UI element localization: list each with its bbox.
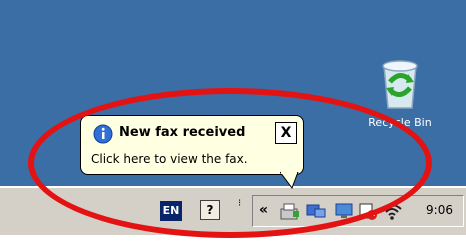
language-indicator[interactable]: EN xyxy=(160,201,182,221)
toolbar-grip[interactable]: ⁝ xyxy=(238,199,244,221)
notification-balloon[interactable]: New fax received Click here to view the … xyxy=(80,115,304,175)
balloon-title: New fax received xyxy=(119,125,246,140)
wifi-icon[interactable] xyxy=(381,201,403,221)
balloon-message[interactable]: Click here to view the fax. xyxy=(91,152,248,166)
network-icon[interactable] xyxy=(305,201,327,221)
recycle-bin-icon xyxy=(382,60,418,109)
balloon-close-button[interactable]: X xyxy=(275,122,297,144)
monitor-icon[interactable] xyxy=(333,201,355,221)
balloon-tail xyxy=(280,172,299,190)
fax-icon[interactable] xyxy=(279,201,301,221)
help-icon[interactable]: ? xyxy=(200,200,220,220)
recycle-bin-label: Recycle Bin xyxy=(368,116,432,129)
info-icon xyxy=(93,124,113,144)
taskbar: EN ? ⁝ « 9:06 xyxy=(0,186,466,235)
recycle-bin-shortcut[interactable]: Recycle Bin xyxy=(352,56,448,129)
clock[interactable]: 9:06 xyxy=(426,203,453,217)
show-hidden-icons-button[interactable]: « xyxy=(259,202,268,218)
volume-icon[interactable] xyxy=(357,201,379,221)
notification-area: « 9:06 xyxy=(252,195,464,227)
